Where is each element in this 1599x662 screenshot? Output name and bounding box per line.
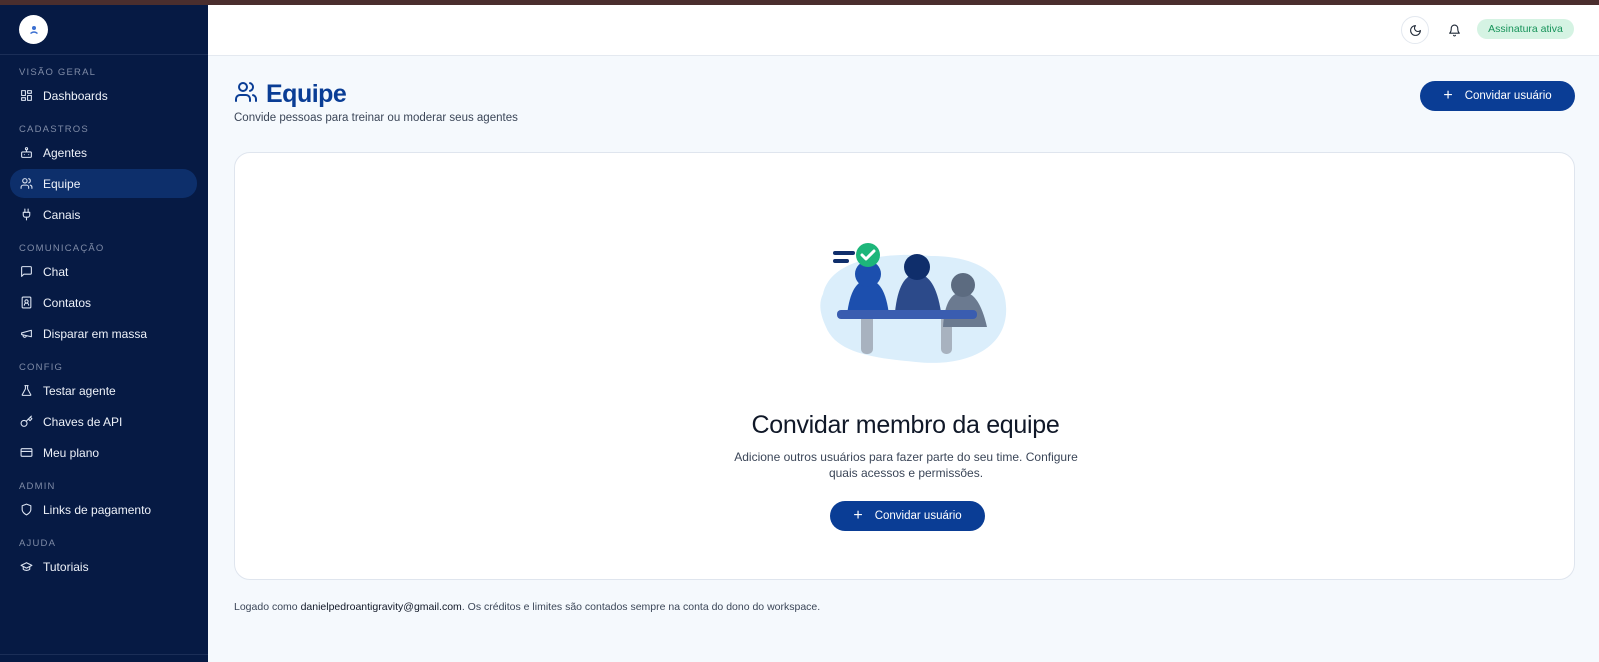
invite-user-button-label: Convidar usuário: [1464, 90, 1552, 102]
team-illustration: [811, 242, 1011, 371]
sidebar-item-testar-agente[interactable]: Testar agente: [10, 376, 197, 405]
section-cadastros: CADASTROS: [19, 124, 89, 135]
section-config: CONFIG: [19, 362, 64, 373]
sidebar-item-label: Chat: [43, 264, 69, 279]
moon-icon: [1409, 24, 1422, 37]
sidebar-item-chaves-api[interactable]: Chaves de API: [10, 407, 197, 436]
users-icon: [19, 177, 33, 191]
contact-icon: [19, 296, 33, 310]
empty-state-invite-button[interactable]: + Convidar usuário: [830, 501, 985, 531]
sidebar-item-label: Disparar em massa: [43, 326, 148, 341]
empty-state-title: Convidar membro da equipe: [751, 411, 1060, 439]
grid-icon: [19, 89, 33, 103]
footer-note: Logado como danielpedroantigravity@gmail…: [234, 601, 820, 613]
sidebar-item-dashboards[interactable]: Dashboards: [10, 81, 197, 110]
users-icon: [234, 80, 258, 109]
sidebar-logo-row: [0, 5, 208, 55]
invite-user-button[interactable]: + Convidar usuário: [1420, 81, 1575, 111]
graduation-cap-icon: [19, 560, 33, 574]
page-title: Equipe: [266, 80, 347, 108]
sidebar-item-tutoriais[interactable]: Tutoriais: [10, 552, 197, 581]
card-icon: [19, 446, 33, 460]
sidebar-item-disparar[interactable]: Disparar em massa: [10, 319, 197, 348]
sidebar-item-links-pagamento[interactable]: Links de pagamento: [10, 495, 197, 524]
sidebar-item-label: Canais: [43, 207, 81, 222]
sidebar-item-label: Testar agente: [43, 383, 116, 398]
sidebar-item-contatos[interactable]: Contatos: [10, 288, 197, 317]
plug-icon: [19, 208, 33, 222]
key-icon: [19, 415, 33, 429]
sidebar-item-label: Chaves de API: [43, 414, 123, 429]
sidebar-item-label: Dashboards: [43, 88, 108, 103]
bell-icon: [1448, 24, 1461, 37]
megaphone-icon: [19, 327, 33, 341]
plus-icon: +: [853, 507, 863, 524]
empty-state-description: Adicione outros usuários para fazer part…: [734, 450, 1078, 480]
section-visao-geral: VISÃO GERAL: [19, 67, 97, 78]
footer-prefix: Logado como: [234, 601, 301, 613]
sidebar-item-label: Equipe: [43, 176, 81, 191]
sidebar-item-chat[interactable]: Chat: [10, 257, 197, 286]
section-ajuda: AJUDA: [19, 538, 57, 549]
sidebar-item-agentes[interactable]: Agentes: [10, 138, 197, 167]
sidebar-footer-divider: [0, 654, 208, 662]
section-comunicacao: COMUNICAÇÃO: [19, 243, 105, 254]
topbar: [208, 5, 1599, 56]
plus-icon: +: [1443, 87, 1453, 104]
notifications-button[interactable]: [1440, 16, 1468, 44]
sidebar: VISÃO GERAL Dashboards CADASTROS Agentes…: [0, 5, 208, 662]
subscription-status-badge: Assinatura ativa: [1477, 19, 1574, 39]
sidebar-item-label: Agentes: [43, 145, 88, 160]
sidebar-item-label: Tutoriais: [43, 559, 89, 574]
page-header: Equipe Convide pessoas para treinar ou m…: [234, 80, 518, 124]
empty-state-card: Convidar membro da equipe Adicione outro…: [234, 152, 1575, 580]
page-subtitle: Convide pessoas para treinar ou moderar …: [234, 112, 518, 124]
shield-icon: [19, 503, 33, 517]
footer-email: danielpedroantigravity@gmail.com: [300, 601, 462, 613]
empty-state-invite-button-label: Convidar usuário: [874, 510, 962, 522]
sidebar-item-label: Meu plano: [43, 445, 100, 460]
section-admin: ADMIN: [19, 481, 56, 492]
flask-icon: [19, 384, 33, 398]
app-logo[interactable]: [19, 15, 48, 44]
sidebar-item-meu-plano[interactable]: Meu plano: [10, 438, 197, 467]
bot-icon: [19, 146, 33, 160]
chat-icon: [19, 265, 33, 279]
sidebar-item-label: Links de pagamento: [43, 502, 152, 517]
sidebar-item-canais[interactable]: Canais: [10, 200, 197, 229]
footer-suffix: . Os créditos e limites são contados sem…: [461, 601, 821, 613]
theme-toggle-button[interactable]: [1401, 16, 1429, 44]
sidebar-item-label: Contatos: [43, 295, 92, 310]
sidebar-item-equipe[interactable]: Equipe: [10, 169, 197, 198]
